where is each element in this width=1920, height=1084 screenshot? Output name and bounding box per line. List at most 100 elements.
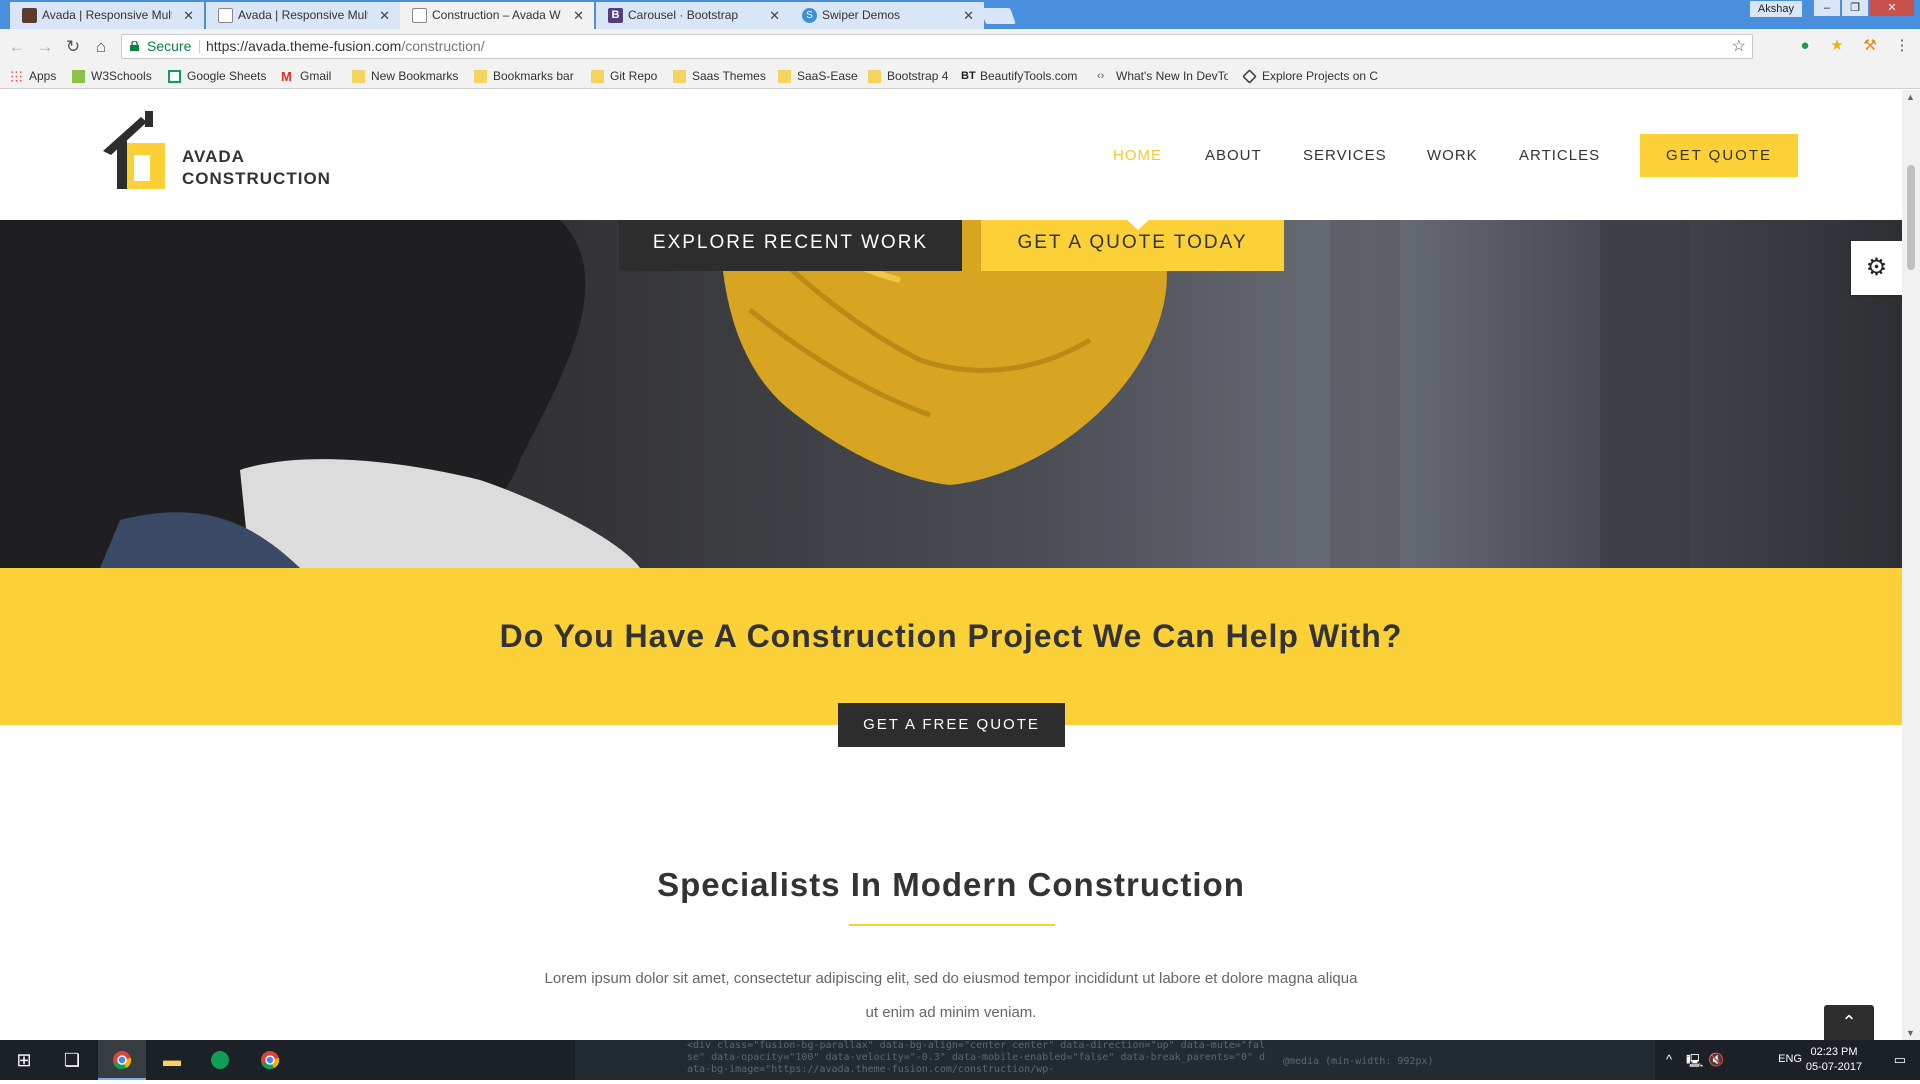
page-favicon-icon <box>218 8 233 23</box>
url-divider <box>199 40 200 53</box>
bookmark-star-icon[interactable]: ☆ <box>1732 35 1746 58</box>
bookmark-devtools[interactable]: ‹› What's New In DevTo <box>1097 68 1228 85</box>
background-code-text-right: @media (min-width: 992px) <box>1283 1056 1434 1067</box>
cta-band: Do You Have A Construction Project We Ca… <box>0 568 1902 725</box>
volume-muted-icon[interactable]: 🔇 <box>1708 1052 1724 1068</box>
scroll-down-icon[interactable]: ▼ <box>1906 1028 1915 1038</box>
task-view-icon[interactable]: ❏ <box>48 1040 96 1080</box>
section-title: Specialists In Modern Construction <box>657 866 1245 903</box>
close-tab-icon[interactable]: ✕ <box>769 2 780 29</box>
forward-icon[interactable]: → <box>34 36 56 58</box>
folder-icon <box>474 70 487 83</box>
browser-tab[interactable]: B Carousel · Bootstrap ✕ <box>596 2 790 29</box>
network-icon[interactable]: 🖳 <box>1686 1052 1703 1074</box>
tab-title: Carousel · Bootstrap <box>628 8 739 22</box>
gear-icon[interactable]: ⚙ <box>1851 241 1902 295</box>
bootstrap-favicon-icon: B <box>608 8 623 23</box>
url-text[interactable]: https://avada.theme-fusion.com/construct… <box>206 35 485 58</box>
url-path: /construction/ <box>401 38 485 54</box>
chrome-logo-icon <box>113 1051 132 1070</box>
bookmark-label: W3Schools <box>91 69 152 83</box>
scroll-up-icon[interactable]: ▲ <box>1906 92 1915 102</box>
bookmark-codepen[interactable]: Explore Projects on C <box>1243 68 1379 85</box>
swiper-favicon-icon: S <box>802 8 817 23</box>
tray-chevron-up-icon[interactable]: ^ <box>1666 1052 1672 1067</box>
close-tab-icon[interactable]: ✕ <box>573 2 584 29</box>
tab-title: Avada | Responsive Multi <box>42 8 172 22</box>
nav-about[interactable]: ABOUT <box>1205 147 1262 164</box>
minimize-icon[interactable]: – <box>1814 0 1840 16</box>
chrome-menu-icon[interactable]: ⋮ <box>1892 36 1912 56</box>
chrome-secondary-taskbar-icon[interactable] <box>246 1040 294 1080</box>
page-favicon-icon <box>412 8 427 23</box>
section-body: Lorem ipsum dolor sit amet, consectetur … <box>544 970 1358 1021</box>
avada-construction-logo-icon[interactable] <box>103 111 165 189</box>
browser-tab[interactable]: Avada | Responsive Multi ✕ <box>10 2 204 29</box>
clock[interactable]: 02:23 PM 05-07-2017 <box>1804 1045 1864 1075</box>
folder-icon <box>868 70 881 83</box>
browser-tab-strip: Avada | Responsive Multi ✕ Avada | Respo… <box>0 0 1920 29</box>
address-bar[interactable]: Secure https://avada.theme-fusion.com/co… <box>121 34 1753 59</box>
browser-tab[interactable]: Avada | Responsive Mult ✕ <box>206 2 400 29</box>
back-icon[interactable]: ← <box>6 36 28 58</box>
bookmark-label: Explore Projects on C <box>1262 69 1379 83</box>
bookmark-folder[interactable]: SaaS-Ease <box>778 68 858 85</box>
bookmark-folder[interactable]: New Bookmarks <box>352 68 458 85</box>
nav-home[interactable]: HOME <box>1113 147 1162 164</box>
bookmark-apps[interactable]: Apps <box>10 68 56 85</box>
logo-line-1: AVADA <box>182 147 245 166</box>
chrome-taskbar-icon[interactable] <box>98 1040 146 1080</box>
nav-work[interactable]: WORK <box>1427 147 1478 164</box>
tab-title: Avada | Responsive Mult <box>238 8 368 22</box>
bookmark-gmail[interactable]: M Gmail <box>281 68 331 85</box>
explore-recent-work-button[interactable]: EXPLORE RECENT WORK <box>619 220 962 271</box>
nav-articles[interactable]: ARTICLES <box>1519 147 1600 164</box>
input-language[interactable]: ENG <box>1778 1053 1802 1065</box>
close-tab-icon[interactable]: ✕ <box>963 2 974 29</box>
scroll-to-top-icon[interactable]: ⌃ <box>1824 1005 1874 1040</box>
bookmark-google-sheets[interactable]: Google Sheets <box>168 68 266 85</box>
devtools-icon: ‹› <box>1097 70 1105 82</box>
profile-name[interactable]: Akshay <box>1749 1 1802 17</box>
folder-icon <box>673 70 686 83</box>
page-scrollbar[interactable]: ▲ ▼ <box>1902 90 1920 1040</box>
get-quote-button[interactable]: GET QUOTE <box>1640 134 1798 177</box>
new-tab-button[interactable] <box>980 8 1016 24</box>
url-host: https://avada.theme-fusion.com <box>206 38 402 54</box>
bookmark-w3schools[interactable]: W3Schools <box>72 68 152 85</box>
bookmark-folder[interactable]: Saas Themes <box>673 68 766 85</box>
file-explorer-icon[interactable]: ▬ <box>148 1040 196 1080</box>
browser-tab-active[interactable]: Construction – Avada W ✕ <box>400 2 594 29</box>
extension-star-icon[interactable]: ★ <box>1827 36 1847 56</box>
scrollbar-thumb[interactable] <box>1907 165 1915 270</box>
notifications-icon[interactable]: ▭ <box>1894 1052 1906 1068</box>
restore-icon[interactable]: ❐ <box>1842 0 1868 16</box>
close-tab-icon[interactable]: ✕ <box>183 2 194 29</box>
title-divider <box>849 924 1055 926</box>
extension-tool-icon[interactable]: ⚒ <box>1860 36 1880 56</box>
close-tab-icon[interactable]: ✕ <box>379 2 390 29</box>
get-a-free-quote-button[interactable]: GET A FREE QUOTE <box>838 703 1065 747</box>
system-tray: ^ 🖳 🔇 ENG 02:23 PM 05-07-2017 ▭ <box>1660 1040 1920 1080</box>
bookmark-folder[interactable]: Git Repo <box>591 68 657 85</box>
windows-start-icon[interactable]: ⊞ <box>0 1040 48 1080</box>
bookmark-label: New Bookmarks <box>371 69 459 83</box>
logo-text[interactable]: AVADA CONSTRUCTION <box>182 146 331 190</box>
window-controls: – ❐ ✕ <box>1814 0 1914 20</box>
windows-taskbar: <div class="fusion-bg-parallax" data-bg-… <box>0 1040 1920 1080</box>
reload-icon[interactable]: ↻ <box>62 36 84 58</box>
bookmark-beautifytools[interactable]: BT BeautifyTools.com <box>961 68 1077 85</box>
extension-green-icon[interactable]: ● <box>1795 36 1815 56</box>
bookmark-label: BeautifyTools.com <box>980 69 1078 83</box>
logo-line-2: CONSTRUCTION <box>182 169 331 188</box>
bookmark-label: Bookmarks bar <box>493 69 574 83</box>
clock-time: 02:23 PM <box>1810 1046 1858 1058</box>
nav-services[interactable]: SERVICES <box>1303 147 1387 164</box>
close-window-icon[interactable]: ✕ <box>1870 0 1914 16</box>
browser-tab[interactable]: S Swiper Demos ✕ <box>790 2 984 29</box>
hangouts-icon[interactable] <box>196 1040 244 1080</box>
bookmark-folder[interactable]: Bootstrap 4 <box>868 68 948 85</box>
bookmark-folder[interactable]: Bookmarks bar <box>474 68 574 85</box>
home-icon[interactable]: ⌂ <box>90 36 112 58</box>
background-code-text: <div class="fusion-bg-parallax" data-bg-… <box>687 1040 1265 1075</box>
